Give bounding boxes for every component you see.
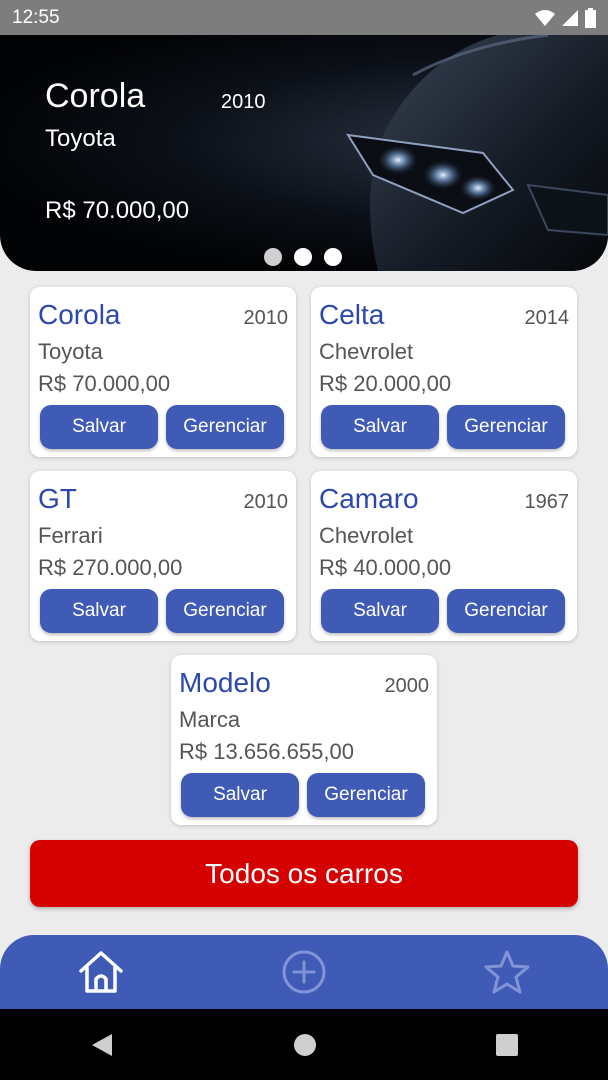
car-brand: Chevrolet	[319, 523, 414, 548]
nav-home[interactable]	[71, 942, 131, 1002]
car-price: R$ 40.000,00	[319, 555, 452, 580]
save-button[interactable]: Salvar	[321, 589, 439, 633]
car-card[interactable]: Modelo 2000 Marca R$ 13.656.655,00 Salva…	[171, 655, 437, 825]
featured-car-banner[interactable]: Corola 2010 Toyota R$ 70.000,00	[0, 35, 608, 271]
star-icon	[484, 950, 530, 994]
system-navigation-bar	[0, 1009, 608, 1080]
save-button[interactable]: Salvar	[181, 773, 299, 817]
car-year: 2010	[243, 307, 289, 329]
carousel-dot[interactable]	[324, 248, 342, 266]
manage-button[interactable]: Gerenciar	[307, 773, 425, 817]
battery-icon	[585, 7, 596, 28]
car-price: R$ 270.000,00	[38, 555, 183, 580]
home-icon	[79, 951, 124, 993]
car-card[interactable]: Corola 2010 Toyota R$ 70.000,00 Salvar G…	[30, 287, 296, 457]
banner-price: R$ 70.000,00	[45, 197, 190, 224]
status-time: 12:55	[12, 6, 60, 28]
save-button[interactable]: Salvar	[40, 405, 158, 449]
car-year: 1967	[524, 491, 570, 513]
save-button[interactable]: Salvar	[40, 589, 158, 633]
add-circle-icon	[282, 950, 326, 994]
car-card[interactable]: Celta 2014 Chevrolet R$ 20.000,00 Salvar…	[311, 287, 577, 457]
banner-year: 2010	[221, 91, 266, 113]
manage-button[interactable]: Gerenciar	[166, 405, 284, 449]
car-year: 2014	[524, 307, 570, 329]
car-brand: Marca	[179, 707, 241, 732]
carousel-dot[interactable]	[264, 248, 282, 266]
car-brand: Toyota	[38, 339, 103, 364]
carousel-dot[interactable]	[294, 248, 312, 266]
car-year: 2010	[243, 491, 289, 513]
back-icon[interactable]	[90, 1032, 114, 1058]
wifi-icon	[535, 9, 555, 26]
car-model: Corola	[38, 299, 121, 330]
car-price: R$ 70.000,00	[38, 371, 171, 396]
manage-button[interactable]: Gerenciar	[447, 405, 565, 449]
car-price: R$ 13.656.655,00	[179, 739, 354, 764]
car-card[interactable]: GT 2010 Ferrari R$ 270.000,00 Salvar Ger…	[30, 471, 296, 641]
car-model: Camaro	[319, 483, 419, 514]
carousel-indicator	[264, 248, 342, 266]
all-cars-button[interactable]: Todos os carros	[30, 840, 578, 907]
car-brand: Ferrari	[38, 523, 103, 548]
signal-icon	[562, 9, 578, 26]
nav-add[interactable]	[274, 942, 334, 1002]
car-headlight-image	[346, 35, 608, 271]
car-brand: Chevrolet	[319, 339, 414, 364]
home-circle-icon[interactable]	[293, 1033, 317, 1057]
nav-favorites[interactable]	[477, 942, 537, 1002]
car-model: Celta	[319, 299, 385, 330]
car-year: 2000	[384, 675, 430, 697]
status-bar: 12:55	[0, 0, 608, 35]
car-model: GT	[38, 483, 77, 514]
car-price: R$ 20.000,00	[319, 371, 452, 396]
car-card[interactable]: Camaro 1967 Chevrolet R$ 40.000,00 Salva…	[311, 471, 577, 641]
recents-icon[interactable]	[496, 1033, 519, 1056]
bottom-navigation	[0, 935, 608, 1009]
manage-button[interactable]: Gerenciar	[166, 589, 284, 633]
car-model: Modelo	[179, 667, 271, 698]
banner-brand: Toyota	[45, 125, 116, 152]
save-button[interactable]: Salvar	[321, 405, 439, 449]
manage-button[interactable]: Gerenciar	[447, 589, 565, 633]
banner-model: Corola	[45, 77, 146, 115]
